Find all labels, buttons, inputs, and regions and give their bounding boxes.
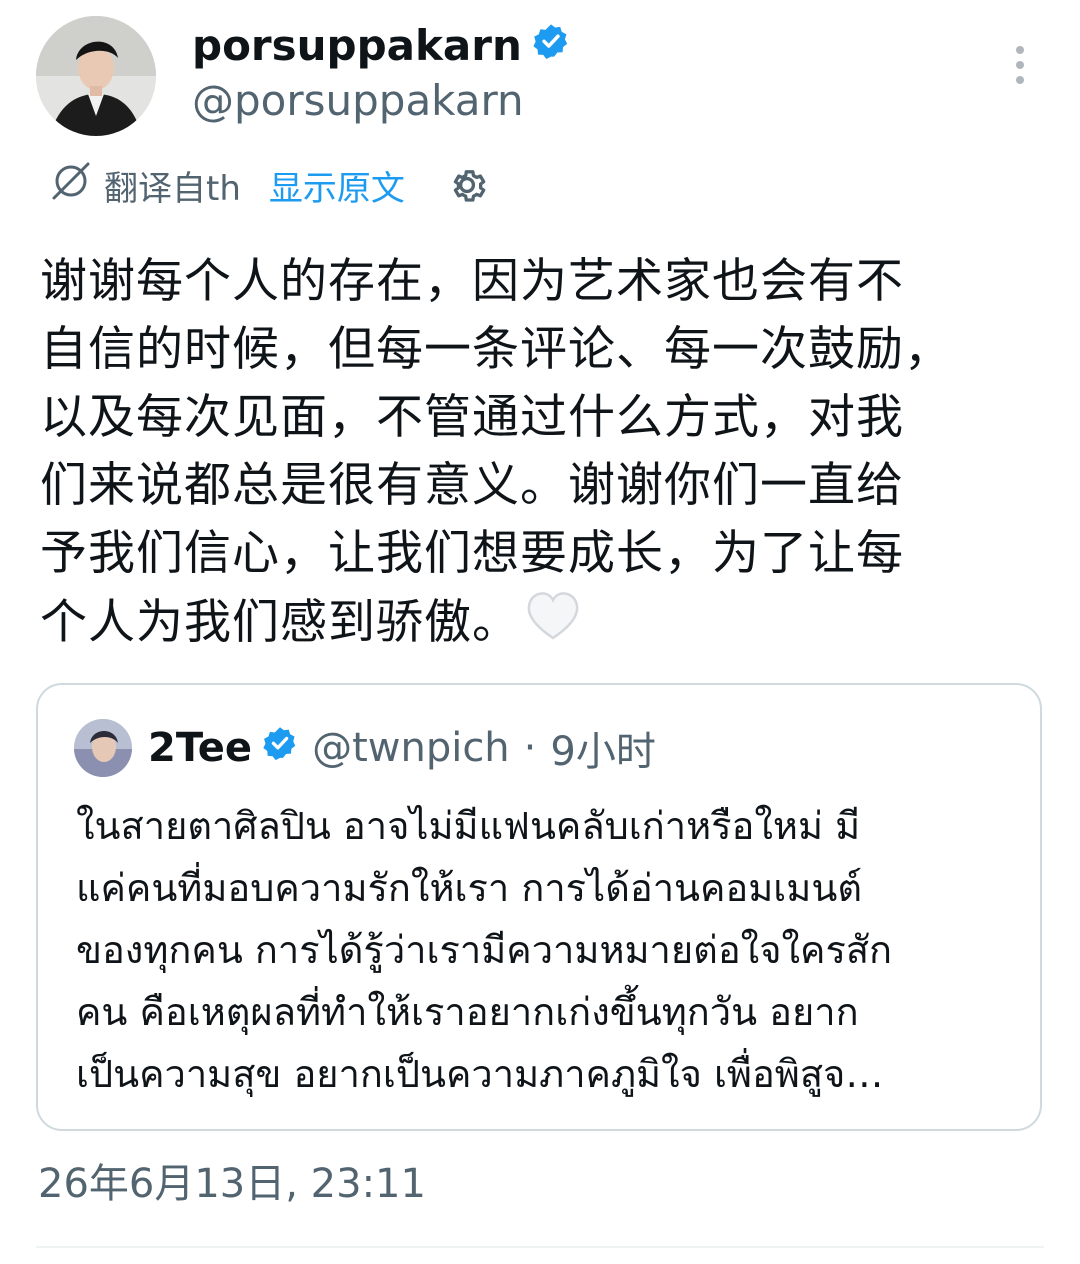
separator-dot: · — [523, 725, 537, 771]
divider — [36, 1246, 1044, 1248]
more-options-button[interactable] — [1000, 40, 1040, 90]
author-handle[interactable]: @porsuppakarn — [192, 75, 524, 127]
author-avatar[interactable] — [36, 16, 156, 136]
translate-icon — [48, 158, 94, 213]
author-display-name-row[interactable]: porsuppakarn — [192, 20, 570, 72]
quoted-tweet-text: ในสายตาศิลปิน อาจไม่มีแฟนคลับเก่าหรือใหม… — [76, 804, 893, 1096]
tweet-text: 谢谢每个人的存在，因为艺术家也会有不 自信的时候，但每一条评论、每一次鼓励， 以… — [40, 248, 1050, 657]
author-display-name[interactable]: porsuppakarn — [192, 20, 522, 72]
quoted-tweet-header: 2Tee @twnpich · 9小时 — [74, 717, 656, 779]
translation-bar: 翻译自th 显示原文 — [48, 160, 489, 210]
tweet-timestamp[interactable]: 26年6月13日, 23:11 — [38, 1158, 426, 1210]
quoted-tweet-card[interactable]: 2Tee @twnpich · 9小时 ในสายตาศิลปิน อาจไม่… — [36, 683, 1042, 1131]
dot-icon — [1016, 76, 1024, 84]
dot-icon — [1016, 46, 1024, 54]
tweet-text-content: 谢谢每个人的存在，因为艺术家也会有不 自信的时候，但每一条评论、每一次鼓励， 以… — [40, 254, 952, 650]
quoted-author-name[interactable]: 2Tee — [148, 725, 252, 771]
translated-from-label: 翻译自th — [104, 168, 241, 209]
quoted-tweet-time[interactable]: 9小时 — [550, 719, 655, 777]
gear-icon[interactable] — [445, 163, 489, 207]
white-heart-icon — [527, 592, 579, 640]
dot-icon — [1016, 61, 1024, 69]
verified-badge-icon — [262, 725, 298, 771]
quoted-author-handle[interactable]: @twnpich — [312, 725, 510, 771]
show-original-link[interactable]: 显示原文 — [269, 161, 405, 210]
verified-badge-icon — [532, 20, 570, 72]
quoted-author-avatar[interactable] — [74, 719, 132, 777]
